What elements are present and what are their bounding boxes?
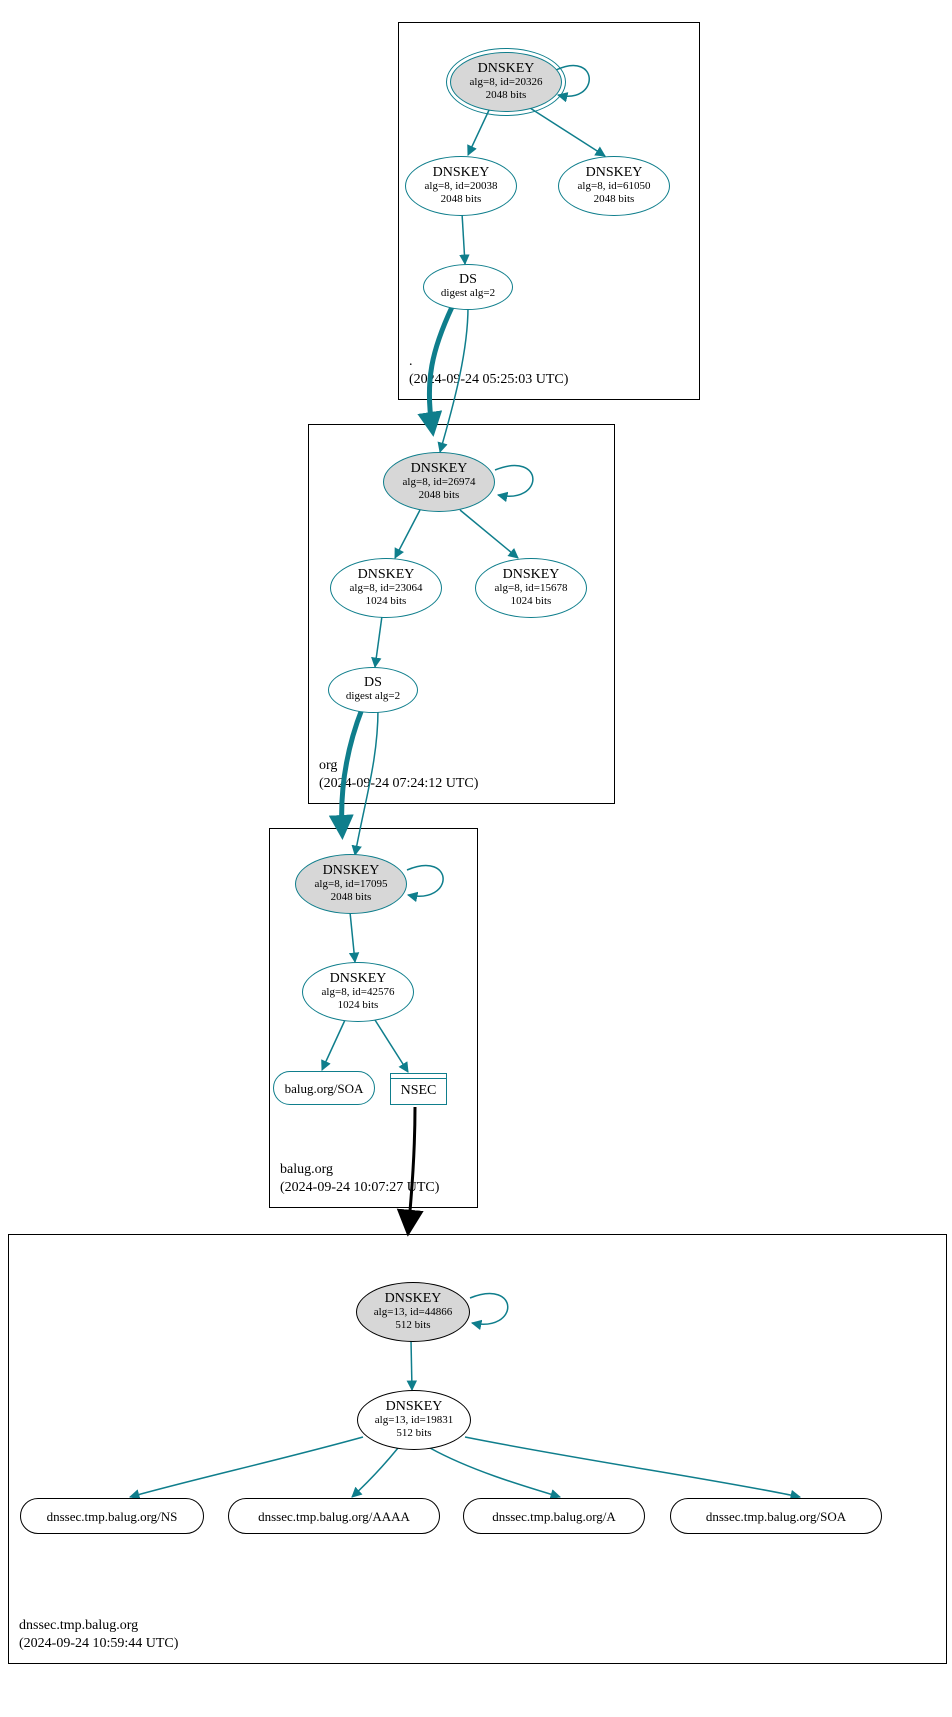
zone-ts: (2024-09-24 10:07:27 UTC) [280, 1180, 439, 1195]
node-line2: 2048 bits [419, 489, 460, 502]
node-title: DNSKEY [411, 462, 468, 476]
node-title: DNSKEY [503, 568, 560, 582]
node-title: DNSKEY [386, 1400, 443, 1414]
zone-org-label: org (2024-09-24 07:24:12 UTC) [319, 757, 478, 793]
org-ds: DS digest alg=2 [328, 667, 418, 713]
org-zsk1-dnskey: DNSKEY alg=8, id=23064 1024 bits [330, 558, 442, 618]
node-title: DNSKEY [586, 166, 643, 180]
node-title: DNSKEY [478, 62, 535, 76]
node-title: dnssec.tmp.balug.org/A [492, 1510, 616, 1523]
zone-name: org [319, 758, 337, 773]
node-title: NSEC [401, 1083, 437, 1099]
node-line1: alg=8, id=15678 [495, 582, 568, 595]
zone-name: dnssec.tmp.balug.org [19, 1618, 138, 1633]
node-title: DS [459, 273, 477, 287]
node-line1: alg=8, id=23064 [350, 582, 423, 595]
balug-ksk-dnskey: DNSKEY alg=8, id=17095 2048 bits [295, 854, 407, 914]
node-title: DNSKEY [323, 864, 380, 878]
node-title: DS [364, 676, 382, 690]
node-line1: alg=13, id=19831 [375, 1414, 453, 1427]
dtb-ksk-dnskey: DNSKEY alg=13, id=44866 512 bits [356, 1282, 470, 1342]
node-line1: alg=8, id=17095 [315, 878, 388, 891]
dtb-ns: dnssec.tmp.balug.org/NS [20, 1498, 204, 1534]
node-line1: digest alg=2 [441, 287, 495, 300]
node-line2: 1024 bits [511, 595, 552, 608]
node-line2: 2048 bits [441, 193, 482, 206]
zone-balug-label: balug.org (2024-09-24 10:07:27 UTC) [280, 1161, 439, 1197]
zone-ts: (2024-09-24 10:59:44 UTC) [19, 1636, 178, 1651]
zone-ts: (2024-09-24 05:25:03 UTC) [409, 372, 568, 387]
node-title: DNSKEY [433, 166, 490, 180]
zone-dtb-label: dnssec.tmp.balug.org (2024-09-24 10:59:4… [19, 1617, 178, 1653]
node-line1: alg=8, id=61050 [578, 180, 651, 193]
node-title: DNSKEY [358, 568, 415, 582]
node-line1: digest alg=2 [346, 690, 400, 703]
org-zsk2-dnskey: DNSKEY alg=8, id=15678 1024 bits [475, 558, 587, 618]
dtb-a: dnssec.tmp.balug.org/A [463, 1498, 645, 1534]
node-line1: alg=8, id=42576 [322, 986, 395, 999]
root-zsk1-dnskey: DNSKEY alg=8, id=20038 2048 bits [405, 156, 517, 216]
dtb-zsk-dnskey: DNSKEY alg=13, id=19831 512 bits [357, 1390, 471, 1450]
node-title: balug.org/SOA [285, 1082, 364, 1095]
root-ksk-dnskey: DNSKEY alg=8, id=20326 2048 bits [450, 52, 562, 112]
dtb-soa: dnssec.tmp.balug.org/SOA [670, 1498, 882, 1534]
org-ksk-dnskey: DNSKEY alg=8, id=26974 2048 bits [383, 452, 495, 512]
node-line1: alg=8, id=20038 [425, 180, 498, 193]
root-ds: DS digest alg=2 [423, 264, 513, 310]
node-title: dnssec.tmp.balug.org/AAAA [258, 1510, 410, 1523]
zone-name: . [409, 354, 413, 369]
balug-soa: balug.org/SOA [273, 1071, 375, 1105]
node-line2: 1024 bits [366, 595, 407, 608]
root-zsk2-dnskey: DNSKEY alg=8, id=61050 2048 bits [558, 156, 670, 216]
dtb-aaaa: dnssec.tmp.balug.org/AAAA [228, 1498, 440, 1534]
zone-name: balug.org [280, 1162, 333, 1177]
node-line2: 512 bits [395, 1319, 430, 1332]
node-line2: 2048 bits [594, 193, 635, 206]
balug-zsk-dnskey: DNSKEY alg=8, id=42576 1024 bits [302, 962, 414, 1022]
node-title: dnssec.tmp.balug.org/NS [47, 1510, 178, 1523]
node-line2: 1024 bits [338, 999, 379, 1012]
node-line2: 2048 bits [331, 891, 372, 904]
zone-ts: (2024-09-24 07:24:12 UTC) [319, 776, 478, 791]
node-line2: 512 bits [396, 1427, 431, 1440]
node-title: dnssec.tmp.balug.org/SOA [706, 1510, 846, 1523]
node-line1: alg=8, id=20326 [470, 76, 543, 89]
node-line2: 2048 bits [486, 89, 527, 102]
nsec-record: NSEC [390, 1073, 447, 1105]
zone-root-label: . (2024-09-24 05:25:03 UTC) [409, 353, 568, 389]
node-line1: alg=13, id=44866 [374, 1306, 452, 1319]
node-title: DNSKEY [330, 972, 387, 986]
node-title: DNSKEY [385, 1292, 442, 1306]
node-line1: alg=8, id=26974 [403, 476, 476, 489]
zone-dtb: dnssec.tmp.balug.org (2024-09-24 10:59:4… [8, 1234, 947, 1664]
